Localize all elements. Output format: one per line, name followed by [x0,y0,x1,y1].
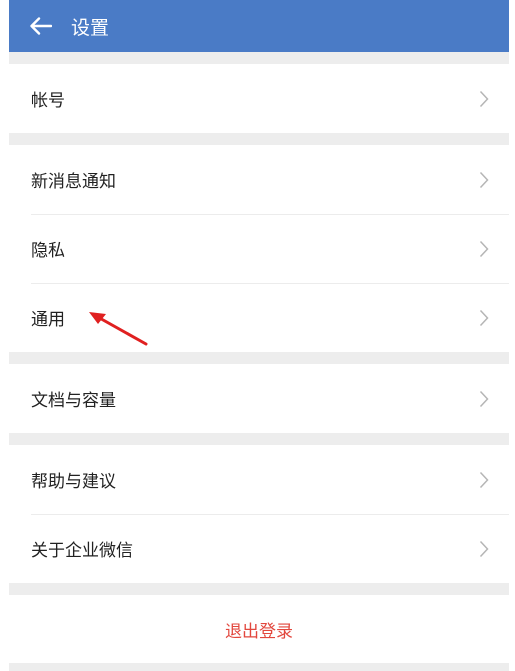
settings-item-label: 新消息通知 [31,172,116,192]
settings-item-documents-storage[interactable]: 文档与容量 [9,364,509,433]
settings-group-docs: 文档与容量 [9,364,509,433]
chevron-right-icon [479,540,489,558]
settings-item-notifications[interactable]: 新消息通知 [9,145,509,214]
settings-item-label: 关于企业微信 [31,541,133,561]
settings-item-privacy[interactable]: 隐私 [9,214,509,283]
settings-screen: 设置 帐号 新消息通知 隐私 通用 文档与容量 帮助与建议 关于企业微信 退出登… [9,0,509,671]
settings-item-label: 帮助与建议 [31,472,116,492]
settings-item-help-feedback[interactable]: 帮助与建议 [9,445,509,514]
arrow-left-icon [30,17,52,35]
settings-item-account[interactable]: 帐号 [9,64,509,133]
logout-button[interactable]: 退出登录 [9,595,509,663]
chevron-right-icon [479,90,489,108]
back-button[interactable] [17,0,65,52]
title-bar: 设置 [9,0,509,52]
chevron-right-icon [479,390,489,408]
settings-group-general: 新消息通知 隐私 通用 [9,145,509,352]
chevron-right-icon [479,471,489,489]
settings-item-general[interactable]: 通用 [9,283,509,352]
chevron-right-icon [479,309,489,327]
settings-item-label: 通用 [31,310,65,330]
chevron-right-icon [479,171,489,189]
settings-item-about[interactable]: 关于企业微信 [9,514,509,583]
chevron-right-icon [479,240,489,258]
settings-item-label: 文档与容量 [31,391,116,411]
settings-item-label: 隐私 [31,241,65,261]
settings-group-help: 帮助与建议 关于企业微信 [9,445,509,583]
settings-group-account: 帐号 [9,64,509,133]
page-title: 设置 [71,16,110,39]
logout-label: 退出登录 [225,621,293,642]
settings-item-label: 帐号 [31,91,65,111]
